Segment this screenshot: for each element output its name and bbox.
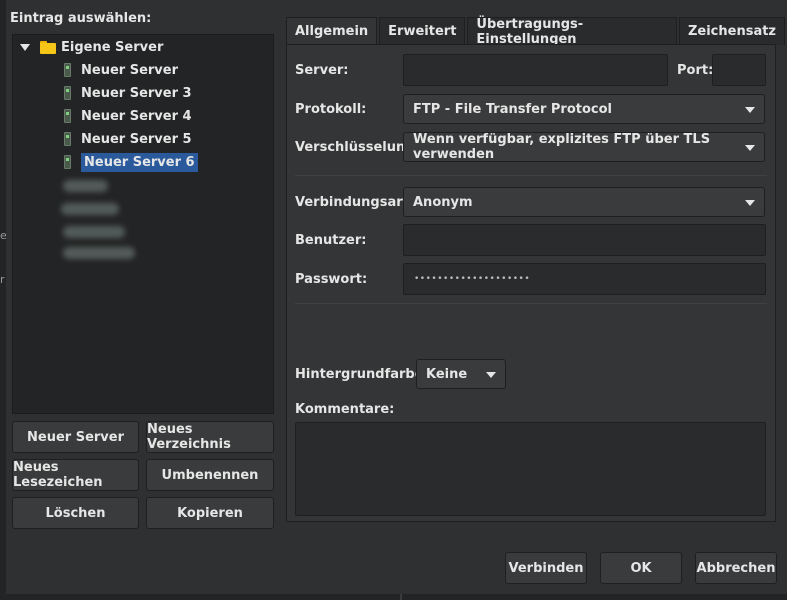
- redacted-item: [63, 247, 135, 259]
- chevron-down-icon: [745, 200, 755, 206]
- server-icon: [64, 109, 71, 123]
- backdrop-text: r: [0, 273, 5, 286]
- encryption-label: Verschlüsselung:: [295, 140, 420, 155]
- server-icon: [64, 86, 71, 100]
- tab-advanced[interactable]: Erweitert: [379, 17, 466, 45]
- server-label: Server:: [295, 63, 349, 78]
- divider: [295, 175, 767, 176]
- tab-charset[interactable]: Zeichensatz: [678, 17, 785, 45]
- port-input[interactable]: [712, 54, 766, 86]
- tree-item-label: Neuer Server 4: [81, 108, 192, 124]
- new-folder-button[interactable]: Neues Verzeichnis: [146, 421, 274, 453]
- chevron-down-icon: [745, 145, 755, 151]
- chevron-down-icon: [486, 372, 496, 378]
- delete-button[interactable]: Löschen: [12, 497, 139, 529]
- tab-transfer-settings[interactable]: Übertragungs-Einstellungen: [467, 17, 677, 47]
- encryption-value: Wenn verfügbar, explizites FTP über TLS …: [413, 132, 711, 162]
- password-input[interactable]: ••••••••••••••••••••: [403, 263, 766, 295]
- password-label: Passwort:: [295, 272, 368, 287]
- comments-label: Kommentare:: [295, 402, 395, 417]
- tree-item-server-5[interactable]: Neuer Server 5: [64, 128, 192, 150]
- new-bookmark-button[interactable]: Neues Lesezeichen: [12, 459, 139, 491]
- server-icon: [64, 155, 71, 169]
- logon-type-value: Anonym: [413, 194, 473, 210]
- logon-type-label: Verbindungsart:: [295, 195, 415, 210]
- tree-item-label-selected: Neuer Server 6: [81, 152, 198, 172]
- tree-item-label: Neuer Server 5: [81, 131, 192, 147]
- general-tab-panel: Server: Port: Protokoll: FTP - File Tran…: [286, 44, 776, 522]
- logon-type-select[interactable]: Anonym: [403, 187, 765, 217]
- server-input[interactable]: [403, 54, 668, 86]
- copy-button[interactable]: Kopieren: [146, 497, 274, 529]
- ok-button[interactable]: OK: [600, 552, 682, 584]
- port-label: Port:: [677, 63, 714, 78]
- new-server-button[interactable]: Neuer Server: [12, 421, 139, 453]
- tree-item-server-6[interactable]: Neuer Server 6: [64, 151, 198, 173]
- protocol-label: Protokoll:: [295, 102, 367, 117]
- tree-item-label: Neuer Server 3: [81, 85, 192, 101]
- background-color-label: Hintergrundfarbe:: [295, 367, 429, 382]
- tree-item-label: Neuer Server: [81, 62, 178, 78]
- server-icon: [64, 63, 71, 77]
- background-color-select[interactable]: Keine: [416, 359, 506, 389]
- server-icon: [64, 132, 71, 146]
- divider: [295, 303, 767, 304]
- connect-button[interactable]: Verbinden: [505, 552, 587, 584]
- user-label: Benutzer:: [295, 233, 367, 248]
- tree-folder-own-servers[interactable]: Eigene Server: [20, 36, 163, 58]
- redacted-item: [63, 226, 125, 238]
- site-manager-dialog: Eintrag auswählen: Eigene Server Neuer S…: [6, 0, 787, 594]
- comments-textarea[interactable]: [295, 422, 766, 516]
- expand-triangle-icon[interactable]: [20, 43, 30, 51]
- folder-icon: [40, 40, 56, 54]
- tree-item-server[interactable]: Neuer Server: [64, 59, 178, 81]
- cancel-button[interactable]: Abbrechen: [695, 552, 777, 584]
- tree-item-server-4[interactable]: Neuer Server 4: [64, 105, 192, 127]
- server-tree[interactable]: Eigene Server Neuer Server Neuer Server …: [12, 34, 274, 414]
- redacted-item: [61, 203, 119, 215]
- background-color-value: Keine: [426, 366, 468, 382]
- protocol-select[interactable]: FTP - File Transfer Protocol: [403, 94, 765, 124]
- rename-button[interactable]: Umbenennen: [146, 459, 274, 491]
- encryption-select[interactable]: Wenn verfügbar, explizites FTP über TLS …: [403, 132, 765, 162]
- backdrop-window-bottom: [0, 594, 787, 600]
- chevron-down-icon: [745, 107, 755, 113]
- tree-folder-label: Eigene Server: [61, 39, 164, 55]
- redacted-item: [63, 180, 108, 192]
- user-input[interactable]: [403, 224, 766, 256]
- tree-item-server-3[interactable]: Neuer Server 3: [64, 82, 192, 104]
- tab-general[interactable]: Allgemein: [286, 17, 378, 45]
- entry-select-label: Eintrag auswählen:: [10, 11, 152, 26]
- settings-tabs: Allgemein Erweitert Übertragungs-Einstel…: [286, 17, 787, 47]
- protocol-value: FTP - File Transfer Protocol: [413, 101, 612, 117]
